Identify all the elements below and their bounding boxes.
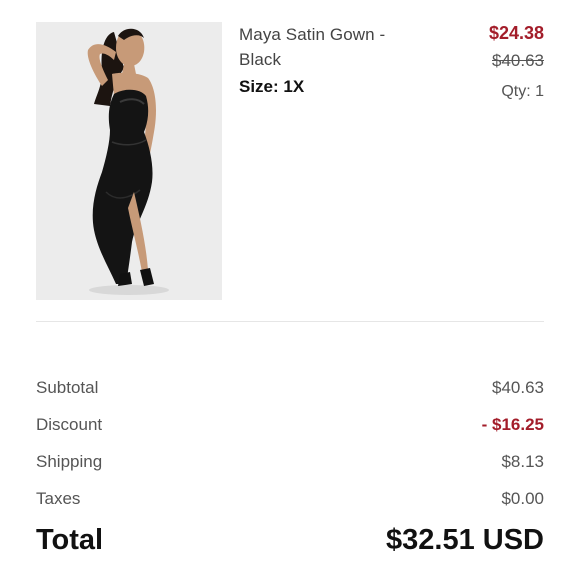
subtotal-value: $40.63 xyxy=(492,378,544,397)
product-size: Size: 1X xyxy=(239,77,305,96)
gown-model-illustration xyxy=(36,22,222,300)
order-total: Total $32.51 USD xyxy=(36,524,544,564)
quantity: Qty: 1 xyxy=(501,83,544,100)
summary-row-shipping: Shipping $8.13 xyxy=(36,452,544,489)
total-label: Total xyxy=(36,524,104,556)
summary-row-discount: Discount - $16.25 xyxy=(36,415,544,452)
taxes-value: $0.00 xyxy=(501,489,544,508)
cart-item: Maya Satin Gown - Black Size: 1X $24.38 … xyxy=(36,22,544,300)
sale-price: $24.38 xyxy=(488,23,544,43)
shipping-label: Shipping xyxy=(36,452,103,471)
taxes-label: Taxes xyxy=(36,489,81,508)
discount-label: Discount xyxy=(36,415,103,434)
product-name[interactable]: Maya Satin Gown - Black xyxy=(239,22,409,72)
price-block: $24.38 $40.63 Qty: 1 xyxy=(489,22,544,102)
original-price: $40.63 xyxy=(492,51,544,70)
divider xyxy=(36,321,544,322)
product-image[interactable] xyxy=(36,22,222,300)
summary-row-taxes: Taxes $0.00 xyxy=(36,489,544,526)
product-info: Maya Satin Gown - Black Size: 1X xyxy=(239,22,409,99)
discount-value: - $16.25 xyxy=(481,415,544,434)
summary-row-subtotal: Subtotal $40.63 xyxy=(36,378,544,415)
total-value: $32.51 USD xyxy=(386,524,544,556)
subtotal-label: Subtotal xyxy=(36,378,99,397)
shipping-value: $8.13 xyxy=(501,452,544,471)
order-summary: Subtotal $40.63 Discount - $16.25 Shippi… xyxy=(36,378,544,526)
